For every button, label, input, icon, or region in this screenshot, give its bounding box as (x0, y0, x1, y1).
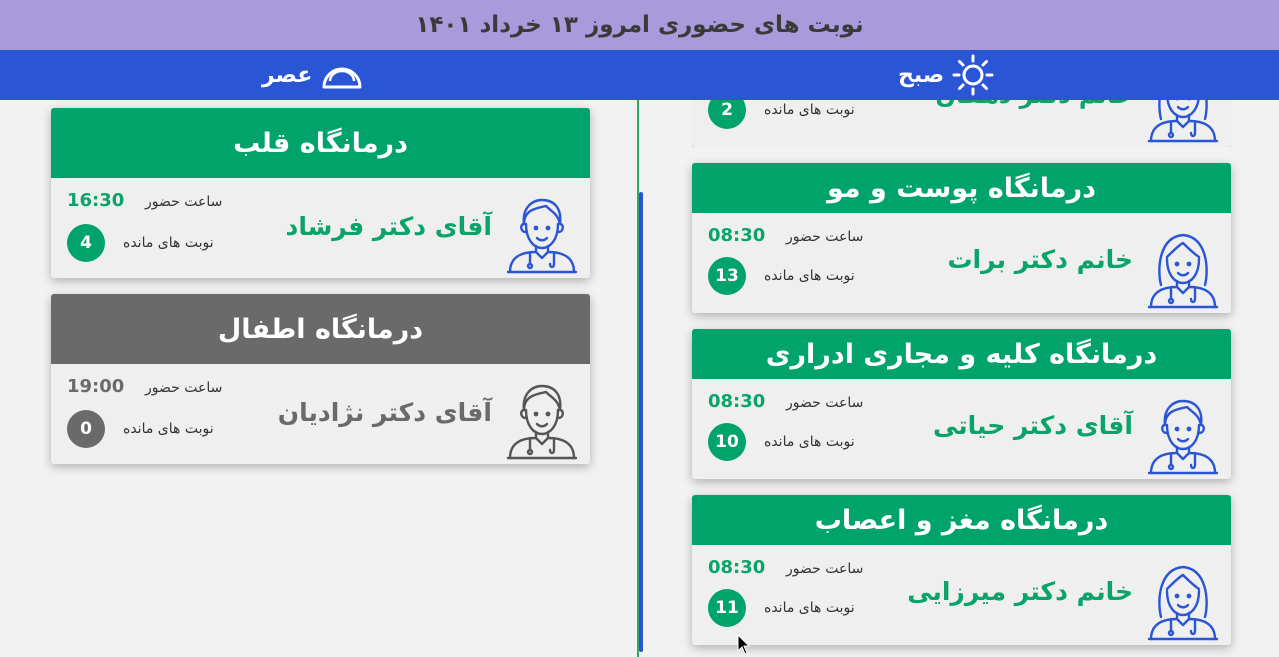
clinic-title: درمانگاه کلیه و مجاری ادراری (692, 329, 1231, 379)
remaining-count-badge: 11 (708, 589, 746, 627)
doctor-name: آقای دکتر نژادیان (277, 398, 492, 427)
clinic-title: درمانگاه قلب (51, 108, 590, 178)
remaining-count-badge: 0 (67, 410, 105, 448)
attendance-time: 08:30 (708, 225, 766, 246)
doctor-male-icon (1143, 395, 1223, 479)
morning-shift-label: صبح (898, 62, 945, 88)
attendance-time: 19:00 (67, 376, 125, 397)
page-title: نوبت های حضوری امروز ۱۳ خرداد ۱۴۰۱ (0, 0, 1279, 50)
clinic-card[interactable]: درمانگاه مغز و اعصاب خانم دکتر میرزایی سا… (692, 495, 1231, 645)
clinic-card[interactable]: درمانگاه کلیه و مجاری ادراری آقای دکتر ح… (692, 329, 1231, 479)
remaining-count-badge: 13 (708, 257, 746, 295)
morning-shift-header: صبح (898, 50, 994, 100)
doctor-name: خانم دکتر میرزایی (907, 577, 1133, 606)
attendance-time: 16:30 (67, 190, 125, 211)
mouse-cursor-icon (737, 634, 751, 655)
remaining-label: نوبت های مانده (764, 434, 855, 450)
remaining-count-badge: 10 (708, 423, 746, 461)
doctor-name: خانم دکتر برات (947, 245, 1133, 274)
remaining-label: نوبت های مانده (123, 421, 214, 437)
doctor-female-icon (1143, 561, 1223, 645)
remaining-label: نوبت های مانده (764, 102, 855, 118)
remaining-label: نوبت های مانده (764, 268, 855, 284)
remaining-label: نوبت های مانده (123, 235, 214, 251)
scrollbar-thumb[interactable] (639, 192, 643, 652)
clinic-title: درمانگاه اطفال (51, 294, 590, 364)
attendance-time: 08:30 (708, 391, 766, 412)
clinic-card[interactable]: درمانگاه پوست و مو خانم دکتر برات ساعت حض… (692, 163, 1231, 313)
doctor-name: آقای دکتر فرشاد (285, 212, 493, 241)
time-label: ساعت حضور (786, 229, 864, 245)
afternoon-shift-header: عصر (262, 50, 364, 100)
time-label: ساعت حضور (145, 194, 223, 210)
afternoon-shift-label: عصر (262, 62, 313, 88)
sunset-icon (322, 67, 362, 89)
time-label: ساعت حضور (145, 380, 223, 396)
clinic-title: درمانگاه مغز و اعصاب (692, 495, 1231, 545)
clinic-card[interactable]: درمانگاه اطفال آقای دکتر نژادیان ساعت حضو… (51, 294, 590, 464)
shift-bar: صبح عصر (0, 50, 1279, 100)
doctor-name: آقای دکتر حیاتی (932, 411, 1133, 440)
clinic-card[interactable]: درمانگاه قلب آقای دکتر فرشاد ساعت حضور 16… (51, 108, 590, 278)
remaining-label: نوبت های مانده (764, 600, 855, 616)
doctor-female-icon (1143, 229, 1223, 313)
time-label: ساعت حضور (786, 395, 864, 411)
doctor-male-icon (502, 380, 582, 464)
doctor-male-icon (502, 194, 582, 278)
sun-icon (952, 54, 994, 96)
clinic-title: درمانگاه پوست و مو (692, 163, 1231, 213)
time-label: ساعت حضور (786, 561, 864, 577)
attendance-time: 08:30 (708, 557, 766, 578)
remaining-count-badge: 4 (67, 224, 105, 262)
